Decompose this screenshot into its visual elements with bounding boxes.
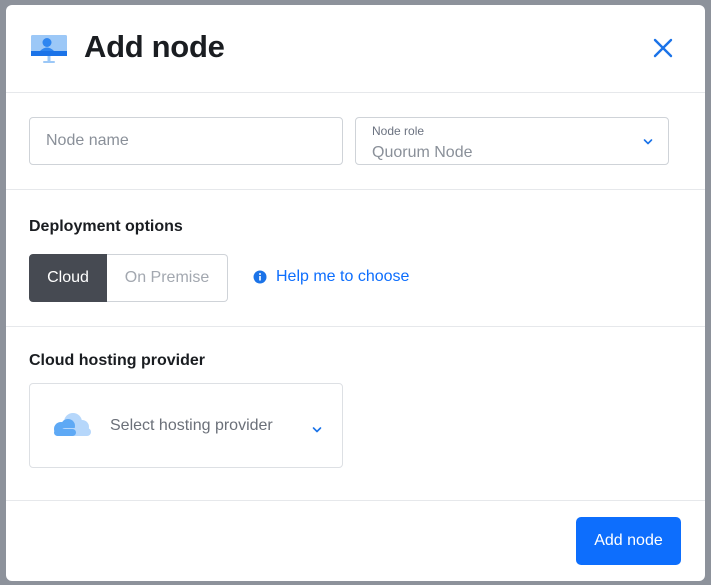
hosting-section: Cloud hosting provider Select hosting pr…: [6, 327, 705, 501]
cloud-icon: [54, 413, 91, 436]
node-name-input[interactable]: Node name: [29, 117, 343, 165]
node-role-label: Node role: [372, 124, 425, 138]
deployment-section: Deployment options Cloud On Premise Help…: [6, 190, 705, 327]
monitor-node-icon: [31, 35, 67, 63]
node-details-section: Node name Node role Quorum Node: [6, 93, 705, 190]
add-node-button[interactable]: Add node: [576, 517, 681, 565]
hosting-title: Cloud hosting provider: [29, 352, 205, 369]
help-link-label: Help me to choose: [276, 268, 410, 285]
chevron-down-icon: [643, 139, 653, 145]
help-me-choose-link[interactable]: Help me to choose: [253, 268, 409, 286]
node-name-placeholder: Node name: [46, 132, 129, 149]
on-premise-option-button[interactable]: On Premise: [107, 254, 228, 302]
deployment-toggle: Cloud On Premise: [29, 254, 228, 302]
add-node-modal: Add node Node name Node role Quorum Node…: [6, 5, 705, 581]
hosting-provider-select[interactable]: Select hosting provider: [29, 383, 343, 468]
close-icon[interactable]: [651, 36, 675, 60]
modal-footer: Add node: [6, 501, 705, 581]
node-role-select[interactable]: Node role Quorum Node: [355, 117, 669, 165]
chevron-down-icon: [312, 427, 322, 433]
modal-title: Add node: [84, 29, 225, 64]
cloud-option-button[interactable]: Cloud: [29, 254, 107, 302]
info-icon: [253, 270, 267, 284]
node-role-value: Quorum Node: [372, 144, 473, 161]
deployment-title: Deployment options: [29, 218, 183, 235]
hosting-provider-placeholder: Select hosting provider: [110, 417, 273, 434]
modal-header: Add node: [6, 5, 705, 93]
